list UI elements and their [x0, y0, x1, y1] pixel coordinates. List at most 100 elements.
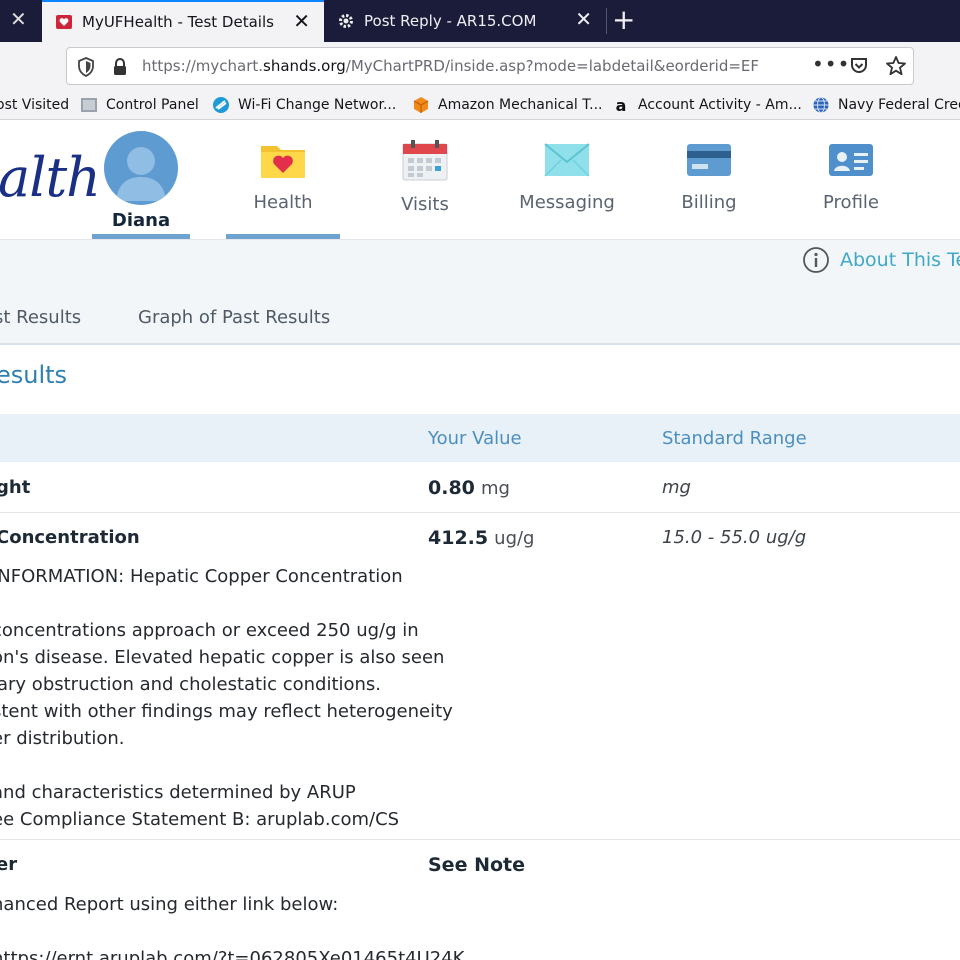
component-name: er [0, 854, 18, 875]
tab-title: Post Reply - AR15.COM [364, 12, 537, 30]
about-this-test-link[interactable]: About This Te [802, 246, 960, 274]
nav-active-underline [226, 234, 340, 239]
bookmark-star-icon[interactable] [885, 55, 907, 81]
url-domain: shands.org [263, 57, 346, 75]
tab-separator [606, 8, 607, 34]
result-note-line: and characteristics determined by ARUP [0, 782, 356, 803]
bookmark-wifi[interactable]: Wi-Fi Change Networ... [212, 94, 396, 116]
component-name: Concentration [0, 527, 140, 548]
result-note-line: hanced Report using either link below: [0, 894, 339, 915]
test-details-page: About This Te st Results Graph of Past R… [0, 241, 960, 960]
column-header-standard-range: Standard Range [662, 428, 807, 449]
table-row: ght 0.80 mg mg [0, 462, 960, 513]
bookmark-most-visited[interactable]: ost Visited [0, 94, 69, 116]
about-link-label: About This Te [840, 249, 960, 271]
nav-billing[interactable]: Billing [652, 140, 766, 240]
shield-icon[interactable] [77, 57, 95, 81]
close-icon[interactable]: ✕ [293, 11, 310, 31]
result-value: 0.80 mg [428, 477, 510, 499]
results-table-header: Your Value Standard Range [0, 414, 960, 462]
standard-range: mg [662, 477, 691, 498]
nav-profile[interactable]: Profile [794, 140, 908, 240]
id-card-icon [829, 144, 873, 176]
lock-icon[interactable] [112, 57, 128, 81]
close-icon[interactable]: ✕ [575, 9, 592, 29]
user-name[interactable]: Diana [92, 210, 190, 231]
bookmark-label: Account Activity - Am... [638, 97, 802, 113]
value-number: See Note [428, 854, 525, 876]
tab-graph-past-results[interactable]: Graph of Past Results [138, 307, 330, 328]
browser-navigation-bar: https://mychart.shands.org/MyChartPRD/in… [0, 42, 960, 90]
table-row: Concentration 412.5 ug/g 15.0 - 55.0 ug/… [0, 513, 960, 840]
nav-label: Health [253, 192, 313, 213]
tab-partial[interactable]: ✕ [0, 0, 42, 42]
result-note-line: er distribution. [0, 728, 125, 749]
value-unit: ug/g [494, 528, 535, 549]
mychart-header: alth Diana Health Visits Messaging Billi… [0, 120, 960, 240]
amazon-box-icon [412, 96, 430, 114]
result-note-line: on's disease. Elevated hepatic copper is… [0, 647, 445, 668]
brand-logo[interactable]: alth [0, 146, 101, 209]
credit-card-icon [687, 144, 731, 176]
bookmarks-bar: ost Visited Control Panel Wi-Fi Change N… [0, 90, 960, 120]
bookmark-label: ost Visited [0, 97, 70, 113]
standard-range: 15.0 - 55.0 ug/g [662, 527, 807, 548]
section-title: esults [0, 361, 68, 389]
calendar-icon [402, 140, 448, 181]
report-link[interactable]: https://ernt.aruplab.com/?t=062805Xe0146… [0, 948, 464, 960]
bookmark-label: Control Panel [106, 97, 199, 113]
pocket-icon[interactable] [849, 56, 869, 80]
result-value: See Note [428, 854, 525, 876]
amazon-icon: a [615, 95, 627, 115]
nav-health[interactable]: Health [226, 140, 340, 240]
result-note-line: stent with other findings may reflect he… [0, 701, 453, 722]
tab-post-reply[interactable]: Post Reply - AR15.COM ✕ [324, 0, 606, 42]
tab-myufhealth[interactable]: MyUFHealth - Test Details ✕ [42, 0, 324, 42]
result-note-line: iary obstruction and cholestatic conditi… [0, 674, 382, 695]
new-tab-plus-icon[interactable]: + [612, 5, 635, 35]
wifi-icon [212, 96, 230, 114]
bookmark-account-activity[interactable]: a Account Activity - Am... [612, 94, 802, 116]
nav-label: Messaging [519, 192, 615, 213]
folder-heart-icon [261, 146, 305, 178]
nav-visits[interactable]: Visits [368, 140, 482, 240]
result-note-line: INFORMATION: Hepatic Copper Concentratio… [0, 566, 403, 587]
result-note-line: ee Compliance Statement B: aruplab.com/C… [0, 809, 400, 830]
gear-icon [336, 11, 356, 31]
result-value: 412.5 ug/g [428, 527, 534, 549]
url-prefix: https://mychart. [142, 57, 264, 75]
tab-past-results[interactable]: st Results [0, 307, 81, 328]
browser-tab-bar: ✕ MyUFHealth - Test Details ✕ Post Reply… [0, 0, 960, 42]
value-number: 0.80 [428, 477, 475, 499]
bookmark-navy-federal[interactable]: Navy Federal Cred [812, 94, 960, 116]
tab-title: MyUFHealth - Test Details [82, 13, 274, 31]
control-panel-icon [80, 96, 98, 114]
bookmark-control-panel[interactable]: Control Panel [80, 94, 199, 116]
avatar[interactable] [104, 131, 178, 205]
nav-label: Visits [401, 194, 449, 215]
bookmark-label: Wi-Fi Change Networ... [238, 97, 397, 113]
table-row: er See Note hanced Report using either l… [0, 840, 960, 960]
user-underline [92, 234, 190, 239]
bookmark-label: Amazon Mechanical T... [438, 97, 603, 113]
url-text[interactable]: https://mychart.shands.org/MyChartPRD/in… [142, 57, 842, 75]
bookmark-amazon-mturk[interactable]: Amazon Mechanical T... [412, 94, 603, 116]
bookmark-label: Navy Federal Cred [838, 97, 960, 113]
globe-icon [812, 96, 830, 114]
component-name: ght [0, 477, 31, 498]
column-header-your-value: Your Value [428, 428, 522, 449]
nav-messaging[interactable]: Messaging [510, 140, 624, 240]
nav-label: Billing [681, 192, 737, 213]
result-note-line: concentrations approach or exceed 250 ug… [0, 620, 419, 641]
url-bar[interactable]: https://mychart.shands.org/MyChartPRD/in… [66, 47, 914, 85]
page-top-band: About This Te st Results Graph of Past R… [0, 241, 960, 345]
url-path: /MyChartPRD/inside.asp?mode=labdetail&eo… [345, 57, 760, 75]
value-number: 412.5 [428, 527, 489, 549]
myufhealth-icon [54, 12, 74, 32]
nav-label: Profile [823, 192, 879, 213]
close-icon[interactable]: ✕ [10, 9, 28, 29]
more-actions-icon[interactable]: ••• [812, 52, 850, 76]
value-unit: mg [480, 478, 510, 499]
envelope-icon [544, 143, 590, 177]
info-icon [803, 247, 829, 273]
